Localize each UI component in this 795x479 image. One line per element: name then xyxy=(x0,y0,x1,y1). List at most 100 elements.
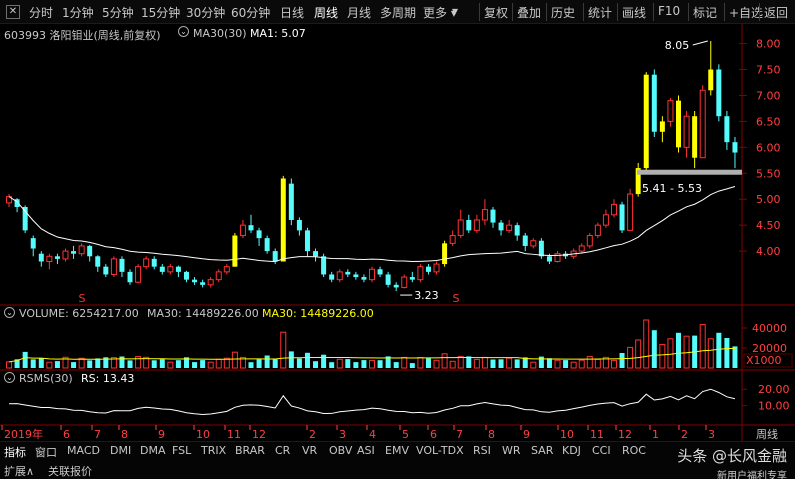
volume-bar xyxy=(676,332,682,368)
volume-bar xyxy=(30,359,36,368)
volume-bar xyxy=(643,319,650,369)
candle-body xyxy=(546,256,552,262)
candle-body xyxy=(610,203,617,216)
indicator-extra-1[interactable]: 关联报价 xyxy=(48,463,92,479)
volume-bar xyxy=(732,346,738,368)
indicator-tab-9[interactable]: VR xyxy=(302,444,317,457)
candle-body xyxy=(296,219,302,231)
volume-bar xyxy=(377,360,383,368)
price-tick-label: 4.00 xyxy=(756,245,781,258)
x-axis-label: 5 xyxy=(402,428,409,441)
indicator-tab-16[interactable]: SAR xyxy=(531,444,553,457)
x-axis-label: 7 xyxy=(456,428,463,441)
indicator-tab-10[interactable]: OBV xyxy=(329,444,352,457)
volume-bar xyxy=(313,361,319,368)
indicator-tab-12[interactable]: EMV xyxy=(385,444,409,457)
volume-bar xyxy=(425,358,431,368)
rsms-tick-label: 20.00 xyxy=(758,383,790,396)
volume-bar xyxy=(46,361,53,369)
indicator-tab-18[interactable]: CCI xyxy=(592,444,611,457)
indicator-tab-7[interactable]: BRAR xyxy=(235,444,265,457)
chevron-down-icon[interactable]: ⌄ xyxy=(4,372,15,383)
volume-bar xyxy=(353,362,359,368)
candle-body xyxy=(716,69,722,117)
indicator-tab-0[interactable]: 指标 xyxy=(4,444,26,460)
volume-bar xyxy=(95,358,101,368)
candle-body xyxy=(724,116,730,143)
indicator-tab-5[interactable]: FSL xyxy=(172,444,191,457)
indicator-tab-8[interactable]: CR xyxy=(275,444,290,457)
x-axis-label: 12 xyxy=(618,428,632,441)
indicator-tab-13[interactable]: VOL-TDX xyxy=(416,444,464,457)
price-tick-label: 5.00 xyxy=(756,193,781,206)
candle-body xyxy=(353,274,359,278)
volume-bar xyxy=(167,361,174,369)
volume-bar xyxy=(659,343,666,369)
volume-bar xyxy=(192,362,198,368)
volume-bar xyxy=(288,351,294,368)
indicator-tab-11[interactable]: ASI xyxy=(357,444,375,457)
candle-body xyxy=(506,224,513,231)
indicator-extra-0[interactable]: 扩展∧ xyxy=(4,463,34,479)
rsms-label: RSMS(30) xyxy=(19,372,73,385)
volume-bar xyxy=(119,356,125,368)
indicator-tab-4[interactable]: DMA xyxy=(140,444,166,457)
indicator-tab-15[interactable]: WR xyxy=(502,444,521,457)
volume-bar xyxy=(498,359,504,368)
chevron-down-icon[interactable]: ⌄ xyxy=(4,307,15,318)
candle-body xyxy=(594,224,601,237)
rsms-value: RS: 13.43 xyxy=(81,372,135,385)
candle-body xyxy=(417,266,424,281)
volume-bar xyxy=(256,359,262,368)
volume-bar xyxy=(514,359,520,368)
candle-body xyxy=(514,225,520,236)
indicator-tab-6[interactable]: TRIX xyxy=(201,444,226,457)
volume-bar xyxy=(231,351,238,369)
volume-bar xyxy=(699,324,706,369)
candle-body xyxy=(619,204,625,231)
price-tick-label: 7.50 xyxy=(756,64,781,77)
volume-bar xyxy=(336,358,343,369)
volume-bar xyxy=(490,359,496,368)
indicator-tab-1[interactable]: 窗口 xyxy=(35,444,57,460)
candle-body xyxy=(46,255,53,262)
volume-bar xyxy=(175,360,181,368)
volume-bar xyxy=(280,331,287,369)
candle-body xyxy=(135,266,142,283)
indicator-tab-14[interactable]: RSI xyxy=(473,444,491,457)
price-tick-label: 6.50 xyxy=(756,115,781,128)
candle-body xyxy=(256,230,262,239)
volume-bar xyxy=(610,359,617,369)
volume-bar xyxy=(546,358,552,368)
watermark: 头条 @长风金融 新用户福利专享 xyxy=(677,445,787,479)
volume-bar xyxy=(304,352,310,368)
volume-bar xyxy=(554,359,561,369)
candle-body xyxy=(457,219,464,237)
candle-body xyxy=(659,121,665,132)
x-axis-label: 11 xyxy=(590,428,604,441)
watermark-sub: 新用户福利专享 xyxy=(717,471,787,479)
indicator-tab-17[interactable]: KDJ xyxy=(562,444,581,457)
high-arrow xyxy=(692,40,708,46)
x-axis-period-label: 周线 xyxy=(756,427,778,441)
volume-bar xyxy=(22,351,28,368)
chart-canvas[interactable]: 8.00 7.50 7.00 6.50 6.00 5.50 5.00 4.50 4.00 8.05… xyxy=(0,0,795,479)
x-axis-label: 9 xyxy=(158,428,165,441)
candle-body xyxy=(54,256,60,259)
indicator-tab-3[interactable]: DMI xyxy=(110,444,131,457)
sell-marker: S xyxy=(79,292,86,305)
volume-bar xyxy=(635,339,642,369)
indicator-tab-19[interactable]: ROC xyxy=(622,444,646,457)
candle-body xyxy=(530,240,537,247)
volume-bar xyxy=(296,358,302,368)
candle-body xyxy=(490,209,496,223)
candle-body xyxy=(667,100,674,122)
indicator-tab-2[interactable]: MACD xyxy=(67,444,100,457)
volume-bar xyxy=(321,354,327,368)
candle-body xyxy=(71,251,77,254)
volume-bar xyxy=(594,358,601,369)
candle-body xyxy=(22,207,28,231)
watermark-title: 头条 @长风金融 xyxy=(677,447,787,465)
volume-bar xyxy=(248,362,254,368)
price-tick-label: 5.50 xyxy=(756,167,781,180)
